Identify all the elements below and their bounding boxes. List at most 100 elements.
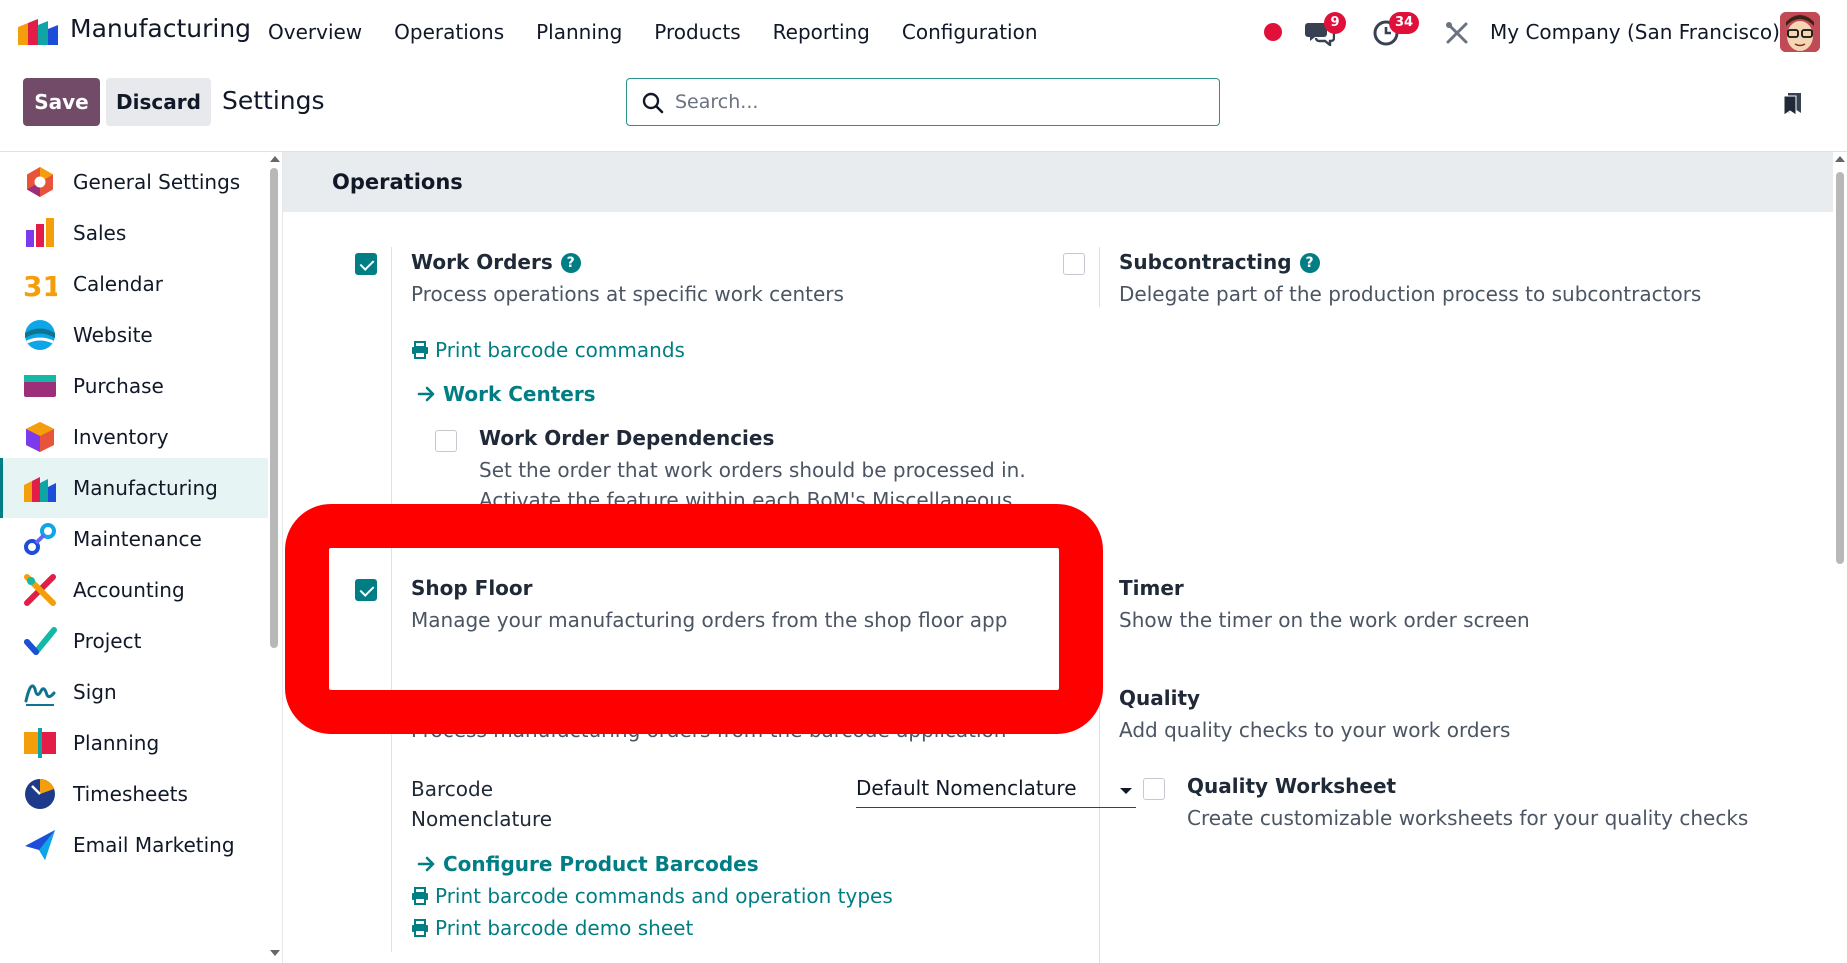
menu-products[interactable]: Products — [654, 20, 740, 44]
shop-floor-checkbox[interactable] — [355, 579, 377, 601]
arrow-right-icon — [417, 856, 435, 872]
sidebar-item-label: Sign — [73, 680, 117, 704]
menu-overview[interactable]: Overview — [268, 20, 362, 44]
work-centers-link[interactable]: Work Centers — [417, 382, 596, 406]
quality-worksheet-checkbox[interactable] — [1143, 778, 1165, 800]
avatar-face-icon — [1780, 12, 1820, 52]
purchase-icon — [24, 375, 56, 397]
menu-configuration[interactable]: Configuration — [902, 20, 1038, 44]
quality-title: Quality — [1119, 686, 1201, 710]
debug-tools-icon[interactable] — [1444, 20, 1470, 46]
sidebar-scroll-down-icon[interactable] — [270, 950, 280, 956]
shop-floor-title: Shop Floor — [411, 576, 533, 600]
work-orders-checkbox[interactable] — [355, 253, 377, 275]
work-order-dependencies-desc-2: Activate the feature within each BoM's M… — [479, 488, 1013, 512]
manufacturing-icon — [24, 477, 56, 502]
print-barcode-demo-sheet-label: Print barcode demo sheet — [435, 916, 694, 940]
barcode-nomenclature-label-line-1: Barcode — [411, 777, 493, 801]
menu-reporting[interactable]: Reporting — [773, 20, 870, 44]
printer-icon — [412, 341, 428, 359]
sidebar-item-label: Purchase — [73, 374, 164, 398]
work-order-dependencies-desc: Set the order that work orders should be… — [479, 458, 1026, 482]
sign-icon — [24, 684, 56, 706]
discard-button[interactable]: Discard — [106, 78, 211, 126]
search-box[interactable] — [626, 78, 1220, 126]
planning-icon — [24, 728, 56, 758]
section-header: Operations — [283, 152, 1833, 212]
sidebar-scroll-thumb[interactable] — [270, 168, 278, 648]
timesheets-icon — [25, 779, 55, 809]
barcode-nomenclature-value: Default Nomenclature — [856, 776, 1077, 800]
content-scroll-up-icon[interactable] — [1835, 156, 1845, 162]
user-avatar[interactable] — [1780, 12, 1820, 52]
settings-content: Operations Work Orders? Process operatio… — [282, 152, 1833, 963]
menu-planning[interactable]: Planning — [536, 20, 622, 44]
print-barcode-commands-operation-types-link[interactable]: Print barcode commands and operation typ… — [411, 884, 893, 908]
sidebar-item-email-marketing[interactable]: Email Marketing — [0, 815, 268, 875]
sidebar-item-label: Inventory — [73, 425, 169, 449]
search-input[interactable] — [675, 79, 1195, 125]
subcontracting-checkbox[interactable] — [1063, 253, 1085, 275]
activities-count-badge: 34 — [1389, 12, 1420, 34]
work-order-dependencies-checkbox[interactable] — [435, 430, 457, 452]
status-dot-icon[interactable] — [1264, 23, 1282, 41]
barcode-nomenclature-label-line-2: Nomenclature — [411, 807, 553, 831]
work-order-dependencies-title: Work Order Dependencies — [479, 426, 775, 450]
subcontracting-label: Subcontracting — [1119, 250, 1292, 274]
work-orders-desc: Process operations at specific work cent… — [411, 282, 844, 306]
svg-text:31: 31 — [23, 270, 57, 301]
quality-worksheet-desc: Create customizable worksheets for your … — [1187, 806, 1749, 830]
quality-worksheet-title: Quality Worksheet — [1187, 774, 1397, 798]
printer-icon — [412, 919, 428, 937]
configure-product-barcodes-link[interactable]: Configure Product Barcodes — [417, 852, 759, 876]
sidebar-item-label: Project — [73, 629, 142, 653]
app-name[interactable]: Manufacturing — [70, 14, 251, 43]
content-scroll-thumb[interactable] — [1836, 172, 1844, 564]
barcode-desc: Process manufacturing orders from the ba… — [411, 718, 1007, 742]
manufacturing-app-icon[interactable] — [18, 17, 58, 45]
sidebar-item-label: Timesheets — [73, 782, 188, 806]
project-icon — [24, 627, 57, 655]
configure-product-barcodes-label: Configure Product Barcodes — [443, 852, 759, 876]
barcode-nomenclature-label: Barcode Nomenclature — [411, 774, 552, 834]
print-barcode-demo-sheet-link[interactable]: Print barcode demo sheet — [411, 916, 693, 940]
printer-icon — [412, 887, 428, 905]
sidebar-item-label: Maintenance — [73, 527, 202, 551]
menu-operations[interactable]: Operations — [394, 20, 504, 44]
subcontracting-desc: Delegate part of the production process … — [1119, 282, 1702, 306]
subcontracting-divider — [1099, 247, 1100, 307]
maintenance-icon — [24, 523, 56, 555]
work-orders-title: Work Orders? — [411, 250, 581, 274]
quality-desc: Add quality checks to your work orders — [1119, 718, 1511, 742]
accounting-icon — [24, 574, 56, 606]
arrow-right-icon — [417, 386, 435, 402]
settings-sidebar: General Settings Sales 31 Calendar Websi… — [0, 152, 282, 963]
sidebar-item-label: General Settings — [73, 170, 241, 194]
shop-floor-divider — [391, 572, 392, 632]
messages-count-badge: 9 — [1324, 12, 1346, 34]
timer-divider — [1099, 572, 1100, 963]
sidebar-item-label: Sales — [73, 221, 127, 245]
barcode-nomenclature-select[interactable]: Default Nomenclature — [856, 774, 1136, 808]
work-orders-divider — [391, 247, 392, 707]
bookmark-icon[interactable] — [1782, 91, 1804, 117]
timer-title: Timer — [1119, 576, 1184, 600]
print-barcode-commands-operation-types-label: Print barcode commands and operation typ… — [435, 884, 893, 908]
sidebar-item-label: Accounting — [73, 578, 185, 602]
section-title: Operations — [332, 170, 463, 194]
breadcrumb: Settings — [222, 86, 325, 115]
top-navbar: Manufacturing Overview Operations Planni… — [0, 0, 1847, 64]
help-icon[interactable]: ? — [560, 253, 581, 273]
print-barcode-commands-link[interactable]: Print barcode commands — [411, 338, 685, 362]
control-panel: Save Discard Settings — [0, 64, 1847, 152]
sidebar-scroll-up-icon[interactable] — [270, 156, 280, 162]
sidebar-item-label: Planning — [73, 731, 160, 755]
general-settings-icon — [27, 167, 53, 197]
company-switcher[interactable]: My Company (San Francisco) — [1490, 20, 1780, 44]
timer-desc: Show the timer on the work order screen — [1119, 608, 1530, 632]
sidebar-item-label: Manufacturing — [73, 476, 218, 500]
save-button[interactable]: Save — [23, 78, 100, 126]
barcode-divider — [391, 712, 392, 952]
help-icon[interactable]: ? — [1299, 253, 1320, 273]
calendar-icon: 31 — [23, 270, 57, 301]
